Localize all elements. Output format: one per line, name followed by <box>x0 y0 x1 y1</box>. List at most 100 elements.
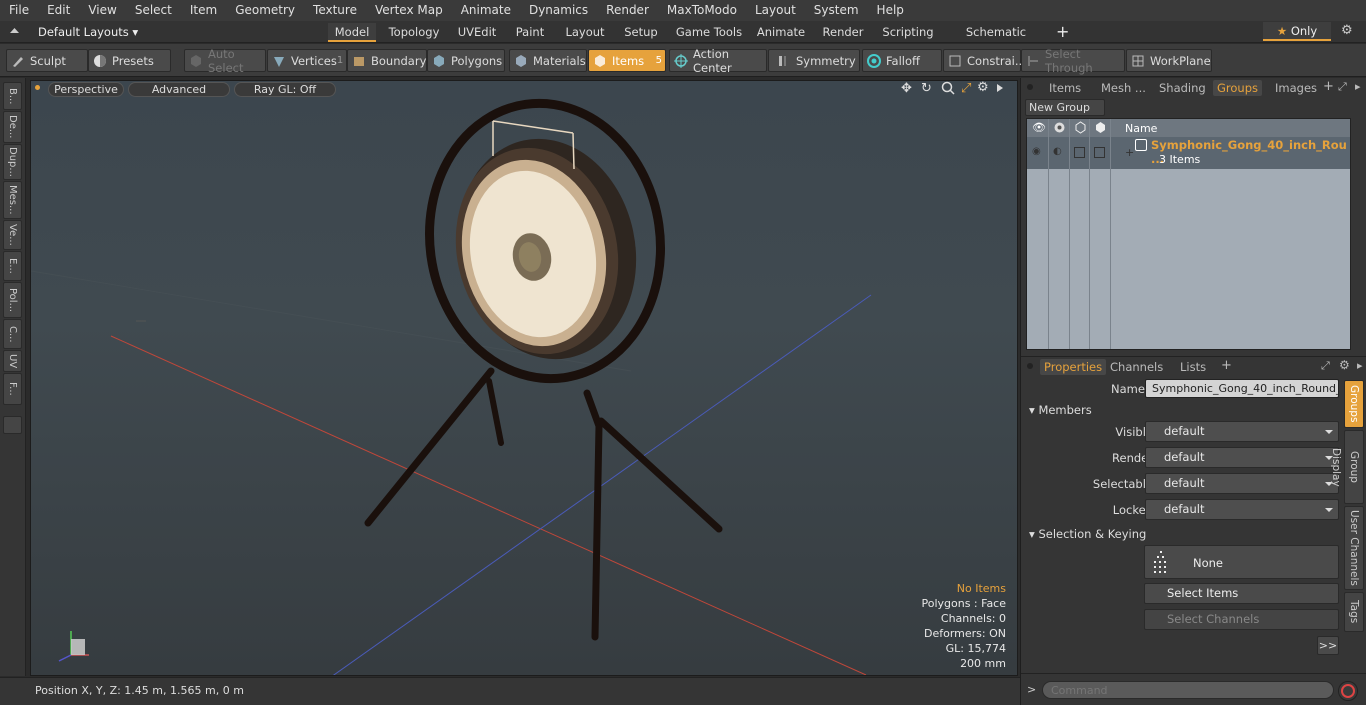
locked-dropdown[interactable]: default <box>1145 499 1339 520</box>
auto-select-button[interactable]: Auto Select <box>184 47 266 75</box>
workplane-button[interactable]: WorkPlane <box>1126 49 1212 72</box>
tab-model[interactable]: Model <box>328 23 376 42</box>
perspective-button[interactable]: Perspective <box>48 82 124 97</box>
polygons-button[interactable]: Polygons <box>427 49 505 72</box>
tab-setup[interactable]: Setup <box>620 23 662 42</box>
add-tab-icon[interactable]: + <box>1056 22 1069 41</box>
visible-dropdown[interactable]: default <box>1145 421 1339 442</box>
panel-arrow-icon[interactable]: ▸ <box>1355 80 1361 93</box>
raygl-button[interactable]: Ray GL: Off <box>234 82 336 97</box>
select-through-button[interactable]: Select Through <box>1021 47 1125 75</box>
selection-keying-header[interactable]: ▾ Selection & Keying <box>1029 527 1146 541</box>
new-group-button[interactable]: New Group <box>1025 99 1105 116</box>
symmetry-button[interactable]: Symmetry <box>768 49 860 72</box>
left-tab-toggle[interactable] <box>3 416 22 434</box>
eye-icon[interactable]: 👁 <box>1032 121 1046 134</box>
add-properties-tab-icon[interactable]: + <box>1221 358 1232 373</box>
expand-properties-icon[interactable]: ⤢ <box>1321 359 1330 373</box>
select-cube-icon[interactable] <box>1094 121 1107 134</box>
layout-selector[interactable]: Default Layouts ▾ <box>38 25 138 39</box>
vertices-button[interactable]: Vertices 1 <box>267 49 347 72</box>
lock-cube-icon[interactable] <box>1074 121 1087 134</box>
gear-icon[interactable]: ⚙ <box>1341 23 1353 38</box>
zoom-view-icon[interactable] <box>941 81 955 95</box>
menu-view[interactable]: View <box>79 0 125 21</box>
menu-item[interactable]: Item <box>181 0 226 21</box>
menu-texture[interactable]: Texture <box>304 0 366 21</box>
properties-dot-icon[interactable] <box>1027 363 1033 369</box>
tab-items[interactable]: Items <box>1045 80 1085 96</box>
menu-help[interactable]: Help <box>868 0 913 21</box>
group-lock-checkbox[interactable] <box>1074 147 1085 158</box>
side-tab-tags[interactable]: Tags <box>1344 592 1364 632</box>
tab-scripting[interactable]: Scripting <box>880 23 936 42</box>
group-select-checkbox[interactable] <box>1094 147 1105 158</box>
members-header[interactable]: ▾ Members <box>1029 403 1092 417</box>
menu-system[interactable]: System <box>805 0 868 21</box>
tab-schematic-fusion[interactable]: Schematic Fusion <box>948 23 1044 58</box>
menu-animate[interactable]: Animate <box>452 0 520 21</box>
selectable-dropdown[interactable]: default <box>1145 473 1339 494</box>
tab-layout[interactable]: Layout <box>560 23 610 42</box>
menu-layout[interactable]: Layout <box>746 0 805 21</box>
select-items-button[interactable]: Select Items <box>1144 583 1339 604</box>
tab-uvedit[interactable]: UVEdit <box>452 23 502 42</box>
presets-button[interactable]: Presets <box>88 49 171 72</box>
left-tab-basic[interactable]: B... <box>3 82 22 110</box>
materials-button[interactable]: Materials <box>509 49 587 72</box>
group-visible-icon[interactable]: ◉ <box>1032 146 1041 157</box>
tab-game-tools[interactable]: Game Tools <box>674 23 744 42</box>
tab-properties[interactable]: Properties <box>1040 359 1107 375</box>
menu-vertex-map[interactable]: Vertex Map <box>366 0 452 21</box>
render-dropdown[interactable]: default <box>1145 447 1339 468</box>
tab-groups[interactable]: Groups <box>1213 80 1263 96</box>
up-arrow-icon[interactable] <box>9 25 19 35</box>
tab-render[interactable]: Render <box>818 23 868 42</box>
menu-geometry[interactable]: Geometry <box>226 0 304 21</box>
viewport-dot-icon[interactable] <box>35 85 40 90</box>
menu-edit[interactable]: Edit <box>38 0 79 21</box>
expand-panel-icon[interactable]: ⤢ <box>1338 80 1347 94</box>
menu-maxtomodo[interactable]: MaxToModo <box>658 0 746 21</box>
tab-lists[interactable]: Lists <box>1176 359 1210 375</box>
render-icon[interactable] <box>1053 121 1066 134</box>
record-icon[interactable] <box>1338 681 1358 701</box>
only-toggle[interactable]: ★ Only <box>1263 22 1331 41</box>
tab-topology[interactable]: Topology <box>384 23 444 42</box>
left-tab-duplicate[interactable]: Dup... <box>3 144 22 180</box>
viewport-arrow-icon[interactable] <box>996 83 1004 96</box>
properties-gear-icon[interactable]: ⚙ <box>1339 358 1350 372</box>
tab-shading[interactable]: Shading <box>1155 80 1210 96</box>
advanced-button[interactable]: Advanced <box>128 82 230 97</box>
add-panel-tab-icon[interactable]: + <box>1323 79 1334 94</box>
expand-plus-icon[interactable]: + <box>1125 146 1134 159</box>
maximize-view-icon[interactable]: ⤢ <box>961 81 971 96</box>
tab-animate[interactable]: Animate <box>754 23 808 42</box>
left-tab-mesh[interactable]: Mes... <box>3 181 22 219</box>
command-input[interactable] <box>1042 681 1334 699</box>
constraints-button[interactable]: Constrai... <box>943 49 1026 72</box>
side-tab-groups[interactable]: Groups <box>1344 380 1364 428</box>
side-tab-group-display[interactable]: Group Display <box>1330 430 1364 504</box>
action-center-button[interactable]: Action Center <box>669 47 767 75</box>
left-tab-uv[interactable]: UV <box>3 350 22 372</box>
tab-paint[interactable]: Paint <box>510 23 550 42</box>
move-view-icon[interactable]: ✥ <box>901 81 912 96</box>
tab-images[interactable]: Images <box>1271 80 1321 96</box>
tab-mesh[interactable]: Mesh ... <box>1097 80 1150 96</box>
viewport-gear-icon[interactable]: ⚙ <box>977 81 989 95</box>
name-field[interactable] <box>1145 379 1339 398</box>
3d-viewport[interactable]: Perspective Advanced Ray GL: Off ✥ ↻ ⤢ ⚙… <box>30 80 1018 676</box>
falloff-button[interactable]: Falloff <box>862 49 942 72</box>
menu-render[interactable]: Render <box>597 0 658 21</box>
menu-select[interactable]: Select <box>126 0 181 21</box>
properties-arrow-icon[interactable]: ▸ <box>1357 359 1363 372</box>
group-render-icon[interactable]: ◐ <box>1053 146 1062 157</box>
rotate-view-icon[interactable]: ↻ <box>921 81 932 96</box>
left-tab-edge[interactable]: E... <box>3 251 22 281</box>
left-tab-vertex[interactable]: Ve... <box>3 220 22 250</box>
more-button[interactable]: >> <box>1317 636 1339 655</box>
sculpt-button[interactable]: Sculpt <box>6 49 88 72</box>
left-tab-fusion[interactable]: F... <box>3 373 22 405</box>
menu-file[interactable]: File <box>0 0 38 21</box>
